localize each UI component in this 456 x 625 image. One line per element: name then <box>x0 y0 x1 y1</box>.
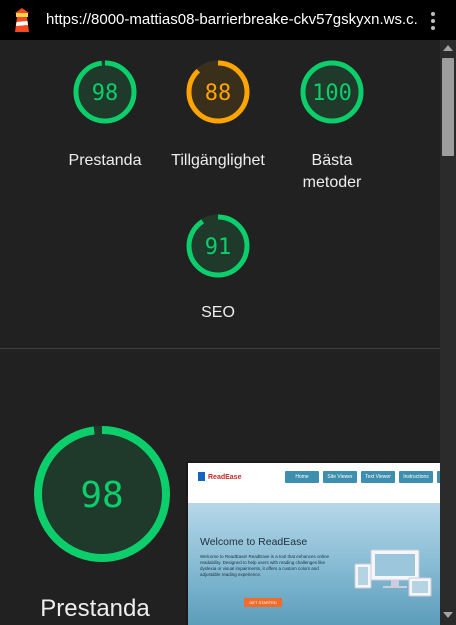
thumbnail-text: Welcome to ReadEase! ReadEase is a tool … <box>200 554 329 577</box>
gauge-label-seo: SEO <box>201 304 235 321</box>
browser-bar: https://8000-mattias08-barrierbreake-ckv… <box>0 0 456 40</box>
thumbnail-title: Welcome to ReadEase <box>200 536 308 548</box>
lighthouse-icon <box>15 8 29 32</box>
thumbnail-nav-home: Home <box>285 471 319 483</box>
report-content: 98 Prestanda 88 Tillgänglighet 100 Bästa… <box>0 40 440 625</box>
scroll-down-arrow-icon[interactable] <box>443 612 453 618</box>
detail-category-label: Prestanda <box>40 595 150 622</box>
gauge-score: 100 <box>312 81 352 106</box>
thumbnail-get-started-button: GET STARTED <box>244 598 282 607</box>
thumbnail-nav-text-viewer: Text Viewer <box>361 471 395 483</box>
page-screenshot-thumbnail[interactable]: ReadEase Home Site Viewer Text Viewer In… <box>186 461 440 625</box>
gauge-score: 91 <box>205 235 232 260</box>
thumbnail-nav-instructions: Instructions <box>399 471 433 483</box>
url-field[interactable]: https://8000-mattias08-barrierbreake-ckv… <box>46 11 418 28</box>
scroll-thumb[interactable] <box>442 58 454 156</box>
gauge-label-performance: Prestanda <box>68 152 142 169</box>
best-practices-gauge[interactable]: 100 <box>292 60 372 124</box>
devices-illustration <box>354 549 432 597</box>
thumbnail-navbar: ReadEase Home Site Viewer Text Viewer In… <box>188 463 440 503</box>
thumbnail-brand: ReadEase <box>208 474 242 481</box>
gauge-score: 98 <box>92 81 119 106</box>
seo-gauge[interactable]: 91 <box>178 214 258 278</box>
kebab-menu-icon[interactable] <box>426 10 440 32</box>
performance-detail-gauge: 98 <box>32 424 172 564</box>
scroll-up-arrow-icon[interactable] <box>443 45 453 51</box>
gauge-label-best-practices: Bästa metoder <box>302 152 362 191</box>
thumbnail-nav-site-viewer: Site Viewer <box>323 471 357 483</box>
detail-score: 98 <box>80 475 123 516</box>
gauge-label-accessibility: Tillgänglighet <box>171 152 265 169</box>
vertical-scrollbar[interactable] <box>440 40 456 625</box>
brand-icon <box>198 472 205 481</box>
performance-gauge[interactable]: 98 <box>65 60 145 124</box>
gauge-score: 88 <box>205 81 232 106</box>
section-divider <box>0 348 440 349</box>
accessibility-gauge[interactable]: 88 <box>178 60 258 124</box>
